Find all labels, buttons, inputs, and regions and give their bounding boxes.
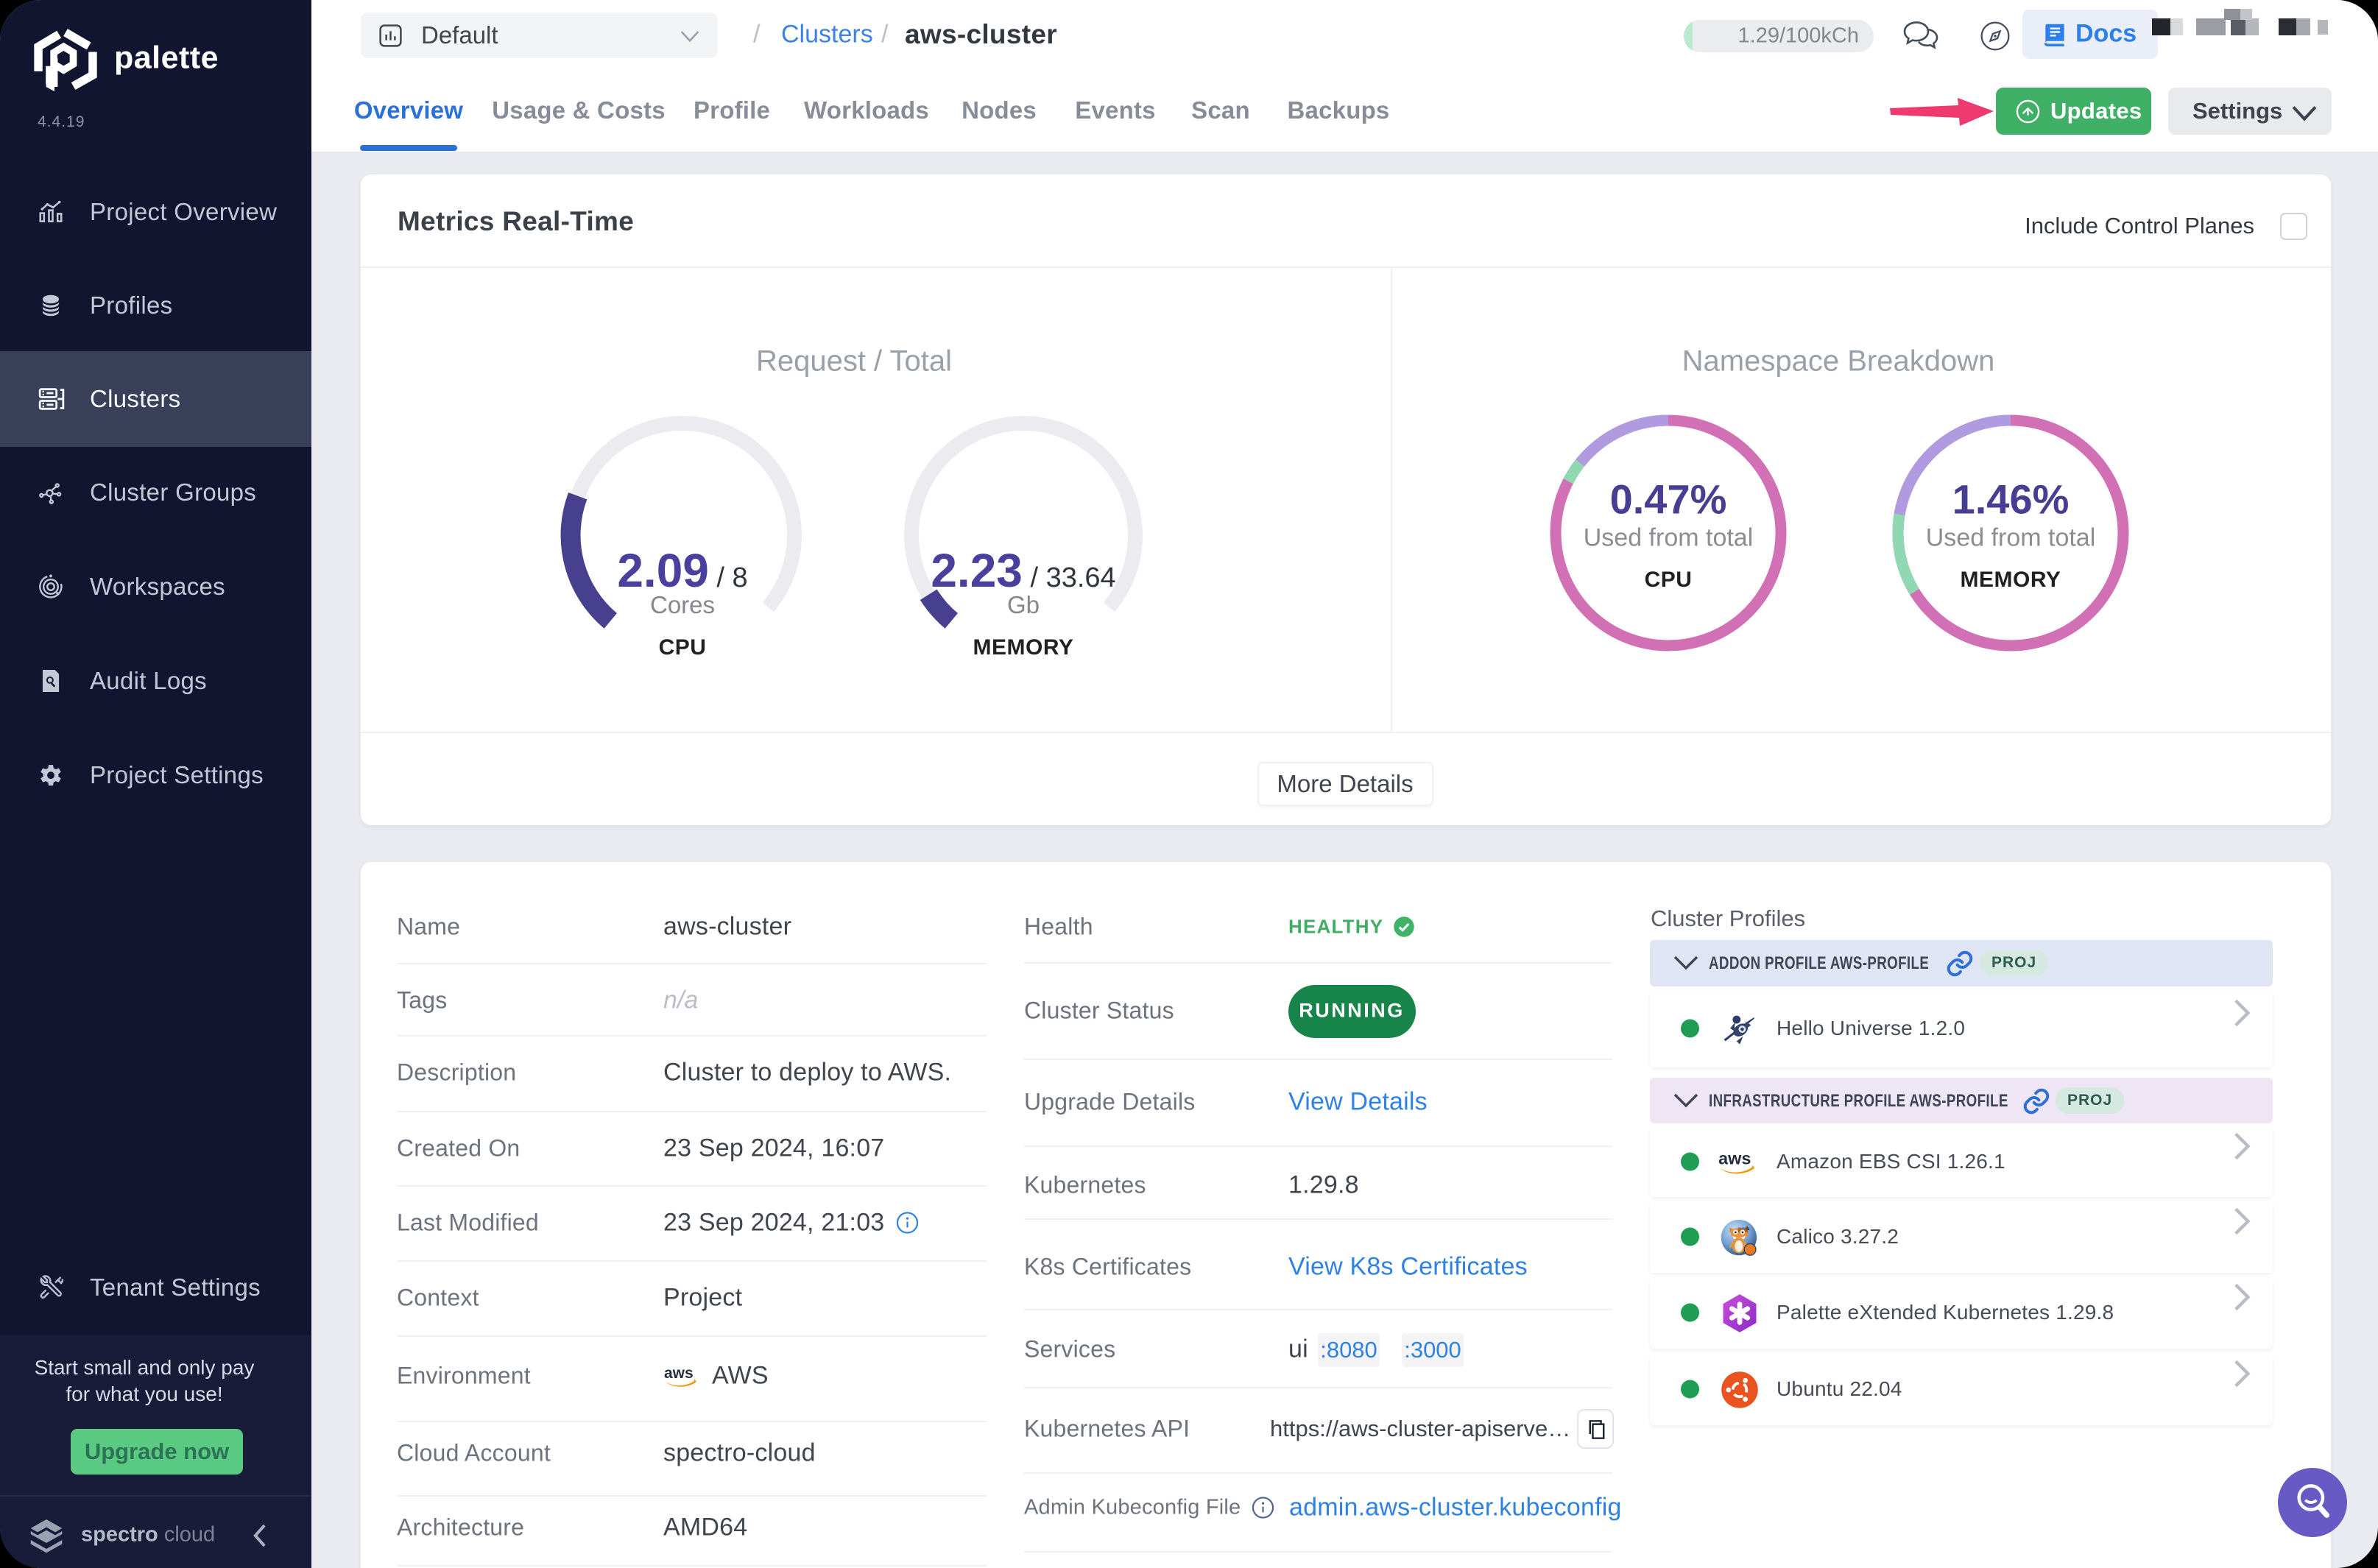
- svg-text:aws: aws: [1718, 1148, 1751, 1168]
- svg-text:aws: aws: [664, 1365, 694, 1382]
